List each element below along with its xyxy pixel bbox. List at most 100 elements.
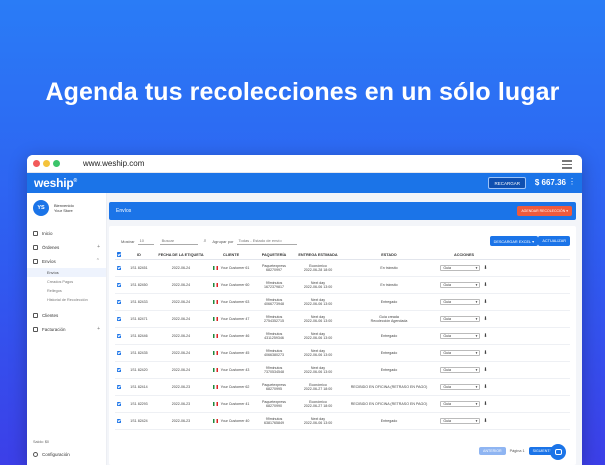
- row-checkbox[interactable]: [115, 350, 123, 356]
- action-select[interactable]: Guía ▾: [440, 333, 481, 339]
- tracking-link[interactable]: 68270990: [255, 404, 293, 409]
- row-id[interactable]: 1S1 82446: [123, 334, 155, 339]
- action-select[interactable]: Guía ▾: [440, 282, 481, 288]
- row-checkbox[interactable]: [115, 299, 123, 305]
- download-icon[interactable]: ⬇: [483, 299, 487, 305]
- download-icon[interactable]: ⬇: [483, 333, 487, 339]
- table-row[interactable]: 1S1 82424 2022-06-23 Your Customer 40 99min…: [115, 413, 570, 430]
- row-id[interactable]: 1S1 82433: [123, 300, 155, 305]
- download-icon[interactable]: ⬇: [483, 418, 487, 424]
- download-icon[interactable]: ⬇: [483, 401, 487, 407]
- download-icon[interactable]: ⬇: [483, 265, 487, 271]
- row-checkbox[interactable]: [115, 418, 123, 424]
- tracking-link[interactable]: 1672379817: [255, 285, 293, 290]
- sidebar-item-facturacion[interactable]: Facturación +: [27, 322, 106, 336]
- tracking-link[interactable]: 7370534548: [255, 370, 293, 375]
- action-select[interactable]: Guía ▾: [440, 418, 481, 424]
- action-select[interactable]: Guía ▾: [440, 299, 481, 305]
- tracking-link[interactable]: 4311259346: [255, 336, 293, 341]
- row-id[interactable]: 1S1 82450: [123, 283, 155, 288]
- table-row[interactable]: 1S1 82435 2022-06-24 Your Customer 45 99min…: [115, 345, 570, 362]
- tracking-link[interactable]: 6381765849: [255, 421, 293, 426]
- row-id[interactable]: 1S1 82293: [123, 402, 155, 407]
- action-select[interactable]: Guía ▾: [440, 350, 481, 356]
- sidebar-item-configuracion[interactable]: Configuración: [33, 452, 70, 457]
- row-date: 2022-06-24: [171, 367, 191, 372]
- table-row[interactable]: 1S1 82433 2022-06-24 Your Customer 63 99min…: [115, 294, 570, 311]
- browser-menu-icon[interactable]: [562, 160, 572, 171]
- tracking-link[interactable]: 2754352715: [255, 319, 293, 324]
- table-row[interactable]: 1S1 82420 2022-06-24 Your Customer 43 99min…: [115, 362, 570, 379]
- sidebar-subitem-historial[interactable]: Historial de Recolección: [27, 295, 106, 304]
- row-date: 2022-06-24: [171, 350, 191, 355]
- tracking-link[interactable]: 68270995: [255, 387, 293, 392]
- action-select[interactable]: Guía ▾: [440, 367, 481, 373]
- col-date[interactable]: FECHA DE LA ETIQUETA: [155, 253, 207, 257]
- search-input[interactable]: Buscar: [159, 238, 198, 245]
- table-row[interactable]: 1S1 82471 2022-06-24 Your Customer 47 99min…: [115, 311, 570, 328]
- update-button[interactable]: ACTUALIZAR: [538, 236, 570, 246]
- row-eta: Next day 2022-06-06 13:00: [303, 297, 333, 307]
- close-dot-icon[interactable]: [33, 160, 40, 167]
- sidebar-subitem-envios[interactable]: Envíos: [27, 268, 106, 277]
- action-select[interactable]: Guía ▾: [440, 401, 481, 407]
- table-row[interactable]: 1S1 82293 2022-06-23 Your Customer 41 Paque…: [115, 396, 570, 413]
- col-client[interactable]: CLIENTE: [207, 253, 255, 257]
- sidebar-subitem-rellegos[interactable]: Rellegos: [27, 286, 106, 295]
- action-select[interactable]: Guía ▾: [440, 265, 481, 271]
- row-id[interactable]: 1S1 82414: [123, 385, 155, 390]
- download-icon[interactable]: ⬇: [483, 367, 487, 373]
- chat-icon[interactable]: [550, 444, 566, 460]
- row-checkbox[interactable]: [115, 384, 123, 390]
- action-select[interactable]: Guía ▾: [440, 384, 481, 390]
- weship-logo[interactable]: weship®: [34, 176, 77, 190]
- row-id[interactable]: 1S1 82435: [123, 351, 155, 356]
- table-row[interactable]: 1S1 82451 2022-06-24 Your Customer 61 Paque…: [115, 260, 570, 277]
- row-checkbox[interactable]: [115, 367, 123, 373]
- select-all-checkbox[interactable]: [115, 252, 123, 257]
- recharge-button[interactable]: RECARGAR: [488, 177, 526, 189]
- maximize-dot-icon[interactable]: [53, 160, 60, 167]
- schedule-pickup-button[interactable]: AGENDAR RECOLECCIÓN ▾: [517, 206, 572, 216]
- show-select[interactable]: 10: [137, 238, 154, 245]
- download-icon[interactable]: ⬇: [483, 384, 487, 390]
- row-checkbox[interactable]: [115, 316, 123, 322]
- kebab-menu-icon[interactable]: ⋮: [568, 177, 576, 186]
- row-id[interactable]: 1S1 82451: [123, 266, 155, 271]
- previous-page-button[interactable]: ANTERIOR: [479, 447, 506, 455]
- table-row[interactable]: 1S1 82446 2022-06-24 Your Customer 46 99min…: [115, 328, 570, 345]
- row-checkbox[interactable]: [115, 265, 123, 271]
- download-icon[interactable]: ⬇: [483, 350, 487, 356]
- avatar[interactable]: YS: [33, 200, 49, 216]
- row-id[interactable]: 1S1 82420: [123, 368, 155, 373]
- table-row[interactable]: 1S1 82450 2022-06-24 Your Customer 60 99min…: [115, 277, 570, 294]
- address-bar[interactable]: www.weship.com: [83, 159, 144, 168]
- row-checkbox[interactable]: [115, 282, 123, 288]
- table-row[interactable]: 1S1 82414 2022-06-23 Your Customer 62 Paque…: [115, 379, 570, 396]
- row-id[interactable]: 1S1 82471: [123, 317, 155, 322]
- col-eta[interactable]: ENTREGA ESTIMADA: [293, 253, 343, 257]
- download-icon[interactable]: ⬇: [483, 316, 487, 322]
- col-carrier[interactable]: PAQUETERÍA: [255, 253, 293, 257]
- minimize-dot-icon[interactable]: [43, 160, 50, 167]
- sidebar-item-clientes[interactable]: Clientes: [27, 308, 106, 322]
- col-status[interactable]: ESTADO: [343, 253, 435, 257]
- tracking-link[interactable]: 68270997: [255, 268, 293, 273]
- sidebar-subitem-creados-pagos[interactable]: Creados Pagos: [27, 277, 106, 286]
- sidebar-item-envios[interactable]: Envíos ⌃: [27, 254, 106, 268]
- search-icon[interactable]: ⌕: [204, 238, 207, 244]
- action-select[interactable]: Guía ▾: [440, 316, 481, 322]
- row-status: Entregado: [380, 418, 398, 423]
- row-checkbox[interactable]: [115, 401, 123, 407]
- status-filter-select[interactable]: Todas - Estado de envío: [236, 238, 297, 245]
- sidebar-item-inicio[interactable]: Inicio: [27, 226, 106, 240]
- tracking-link[interactable]: 4066773948: [255, 302, 293, 307]
- row-id[interactable]: 1S1 82424: [123, 419, 155, 424]
- download-icon[interactable]: ⬇: [483, 282, 487, 288]
- tracking-link[interactable]: 4066380273: [255, 353, 293, 358]
- download-excel-button[interactable]: DESCARGAR EXCEL ▾: [489, 236, 538, 246]
- col-id[interactable]: ID: [123, 253, 155, 257]
- sidebar-item-ordenes[interactable]: Órdenes +: [27, 240, 106, 254]
- row-client: Your Customer 41: [207, 402, 255, 407]
- row-checkbox[interactable]: [115, 333, 123, 339]
